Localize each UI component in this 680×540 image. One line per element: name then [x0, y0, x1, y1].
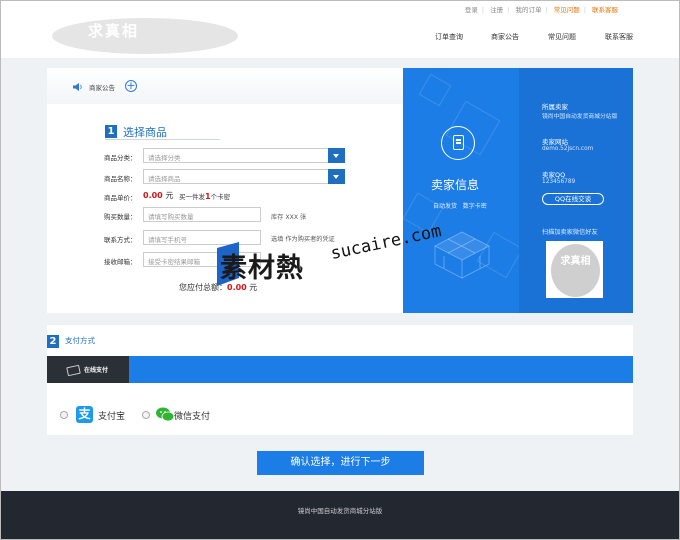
my-orders-link[interactable]: 我的订单	[515, 6, 541, 14]
register-link[interactable]: 注册	[490, 6, 503, 14]
wechat-icon[interactable]	[156, 407, 174, 422]
alipay-icon[interactable]: 支	[76, 406, 93, 423]
tab-online-payment[interactable]: 在线支付	[47, 356, 129, 383]
nav-merchant-notice[interactable]: 商家公告	[491, 32, 519, 42]
site-logo[interactable]: 求真相	[52, 18, 238, 54]
payment-section: 2 支付方式 在线支付 支 支付宝 微信支付	[47, 325, 633, 435]
contact-hint: 选填 作为购买者的凭证	[271, 236, 335, 243]
qr-text: 求真相	[560, 256, 591, 267]
stock-hint: 库存 XXX 张	[271, 214, 307, 221]
quantity-label: 购买数量：	[104, 213, 137, 221]
top-nav: 登录 | 注册 | 我的订单 | 常见问题 | 联系客服	[464, 6, 618, 14]
contact-label: 联系方式：	[104, 236, 137, 244]
product-placeholder: 请选择商品	[148, 175, 181, 183]
seller-qq-label: 卖家QQ	[542, 171, 566, 179]
top-bar: 登录 | 注册 | 我的订单 | 常见问题 | 联系客服	[0, 0, 680, 16]
tab-online-payment-label: 在线支付	[84, 367, 109, 374]
chevron-down-icon[interactable]	[328, 148, 345, 163]
step-1-title: 选择商品	[123, 126, 167, 139]
payment-tab-bar: 在线支付	[47, 356, 633, 383]
footer-text: 镜尚中国自动发货商城分站版	[297, 507, 383, 515]
nav-faq[interactable]: 常见问题	[548, 32, 576, 42]
scan-wechat-text: 扫描加卖家微信好友	[542, 229, 598, 236]
price-value: 0.00 元	[143, 191, 174, 200]
step-2-badge: 2	[47, 335, 59, 348]
footer: 镜尚中国自动发货商城分站版	[0, 491, 680, 540]
seller-info-panel: 卖家信息 自动发货 数字卡密 所属卖家 镜尚中国自动发货商城分站版 卖家网站 d…	[403, 68, 633, 313]
wechat-pay-radio[interactable]	[142, 411, 150, 419]
category-label: 商品分类：	[104, 154, 137, 162]
confirm-button[interactable]: 确认选择，进行下一步	[257, 451, 424, 475]
document-icon	[441, 126, 475, 160]
chevron-down-icon[interactable]	[328, 169, 345, 184]
card-icon	[66, 364, 81, 377]
logo-text: 求真相	[88, 22, 140, 40]
category-placeholder: 请选择分类	[148, 154, 181, 162]
step-1-divider	[105, 139, 220, 140]
quantity-input[interactable]: 请填写购买数量	[143, 207, 261, 222]
seller-site-label: 卖家网站	[542, 138, 568, 146]
seller-site-value[interactable]: demo.52jscn.com	[542, 146, 593, 152]
contact-link[interactable]: 联系客服	[592, 6, 618, 14]
seller-name-label: 所属卖家	[542, 103, 568, 111]
nav-order-query[interactable]: 订单查询	[435, 32, 463, 42]
email-label: 接收邮箱：	[104, 258, 137, 266]
wechat-qr-code: 求真相	[546, 241, 603, 298]
email-placeholder: 接受卡密结果邮箱	[148, 258, 200, 266]
login-link[interactable]: 登录	[465, 6, 478, 14]
seller-qq-value: 123456789	[542, 179, 576, 185]
price-label: 商品单价：	[104, 194, 137, 202]
decor-hex	[418, 73, 452, 107]
wechat-pay-label[interactable]: 微信支付	[174, 409, 210, 422]
product-select[interactable]: 请选择商品	[143, 169, 345, 184]
category-select[interactable]: 请选择分类	[143, 148, 345, 163]
seller-title: 卖家信息	[431, 178, 480, 192]
product-label: 商品名称：	[104, 175, 137, 183]
quantity-placeholder: 请填写购买数量	[148, 213, 194, 221]
nav-contact[interactable]: 联系客服	[605, 32, 633, 42]
step-2-title: 支付方式	[65, 336, 95, 345]
faq-link[interactable]: 常见问题	[554, 6, 580, 14]
qq-chat-button[interactable]: QQ在线交谈	[542, 193, 604, 205]
alipay-label[interactable]: 支付宝	[98, 409, 125, 422]
header: 求真相 订单查询 商家公告 常见问题 联系客服	[0, 16, 680, 58]
price-note: 买一件发1个卡密	[179, 192, 231, 201]
step-1-badge: 1	[105, 125, 117, 138]
notice-label[interactable]: 商家公告	[89, 82, 115, 92]
seller-subtitle: 自动发货 数字卡密	[433, 203, 487, 210]
speaker-icon	[73, 83, 82, 91]
seller-name-value: 镜尚中国自动发货商城分站版	[542, 114, 618, 120]
expand-notice-icon[interactable]: +	[125, 80, 137, 92]
watermark-text: 素材熱	[220, 253, 304, 284]
qq-chat-label: QQ在线交谈	[554, 195, 592, 203]
alipay-radio[interactable]	[60, 411, 68, 419]
contact-placeholder: 请填写手机号	[148, 236, 187, 244]
contact-input[interactable]: 请填写手机号	[143, 230, 261, 245]
